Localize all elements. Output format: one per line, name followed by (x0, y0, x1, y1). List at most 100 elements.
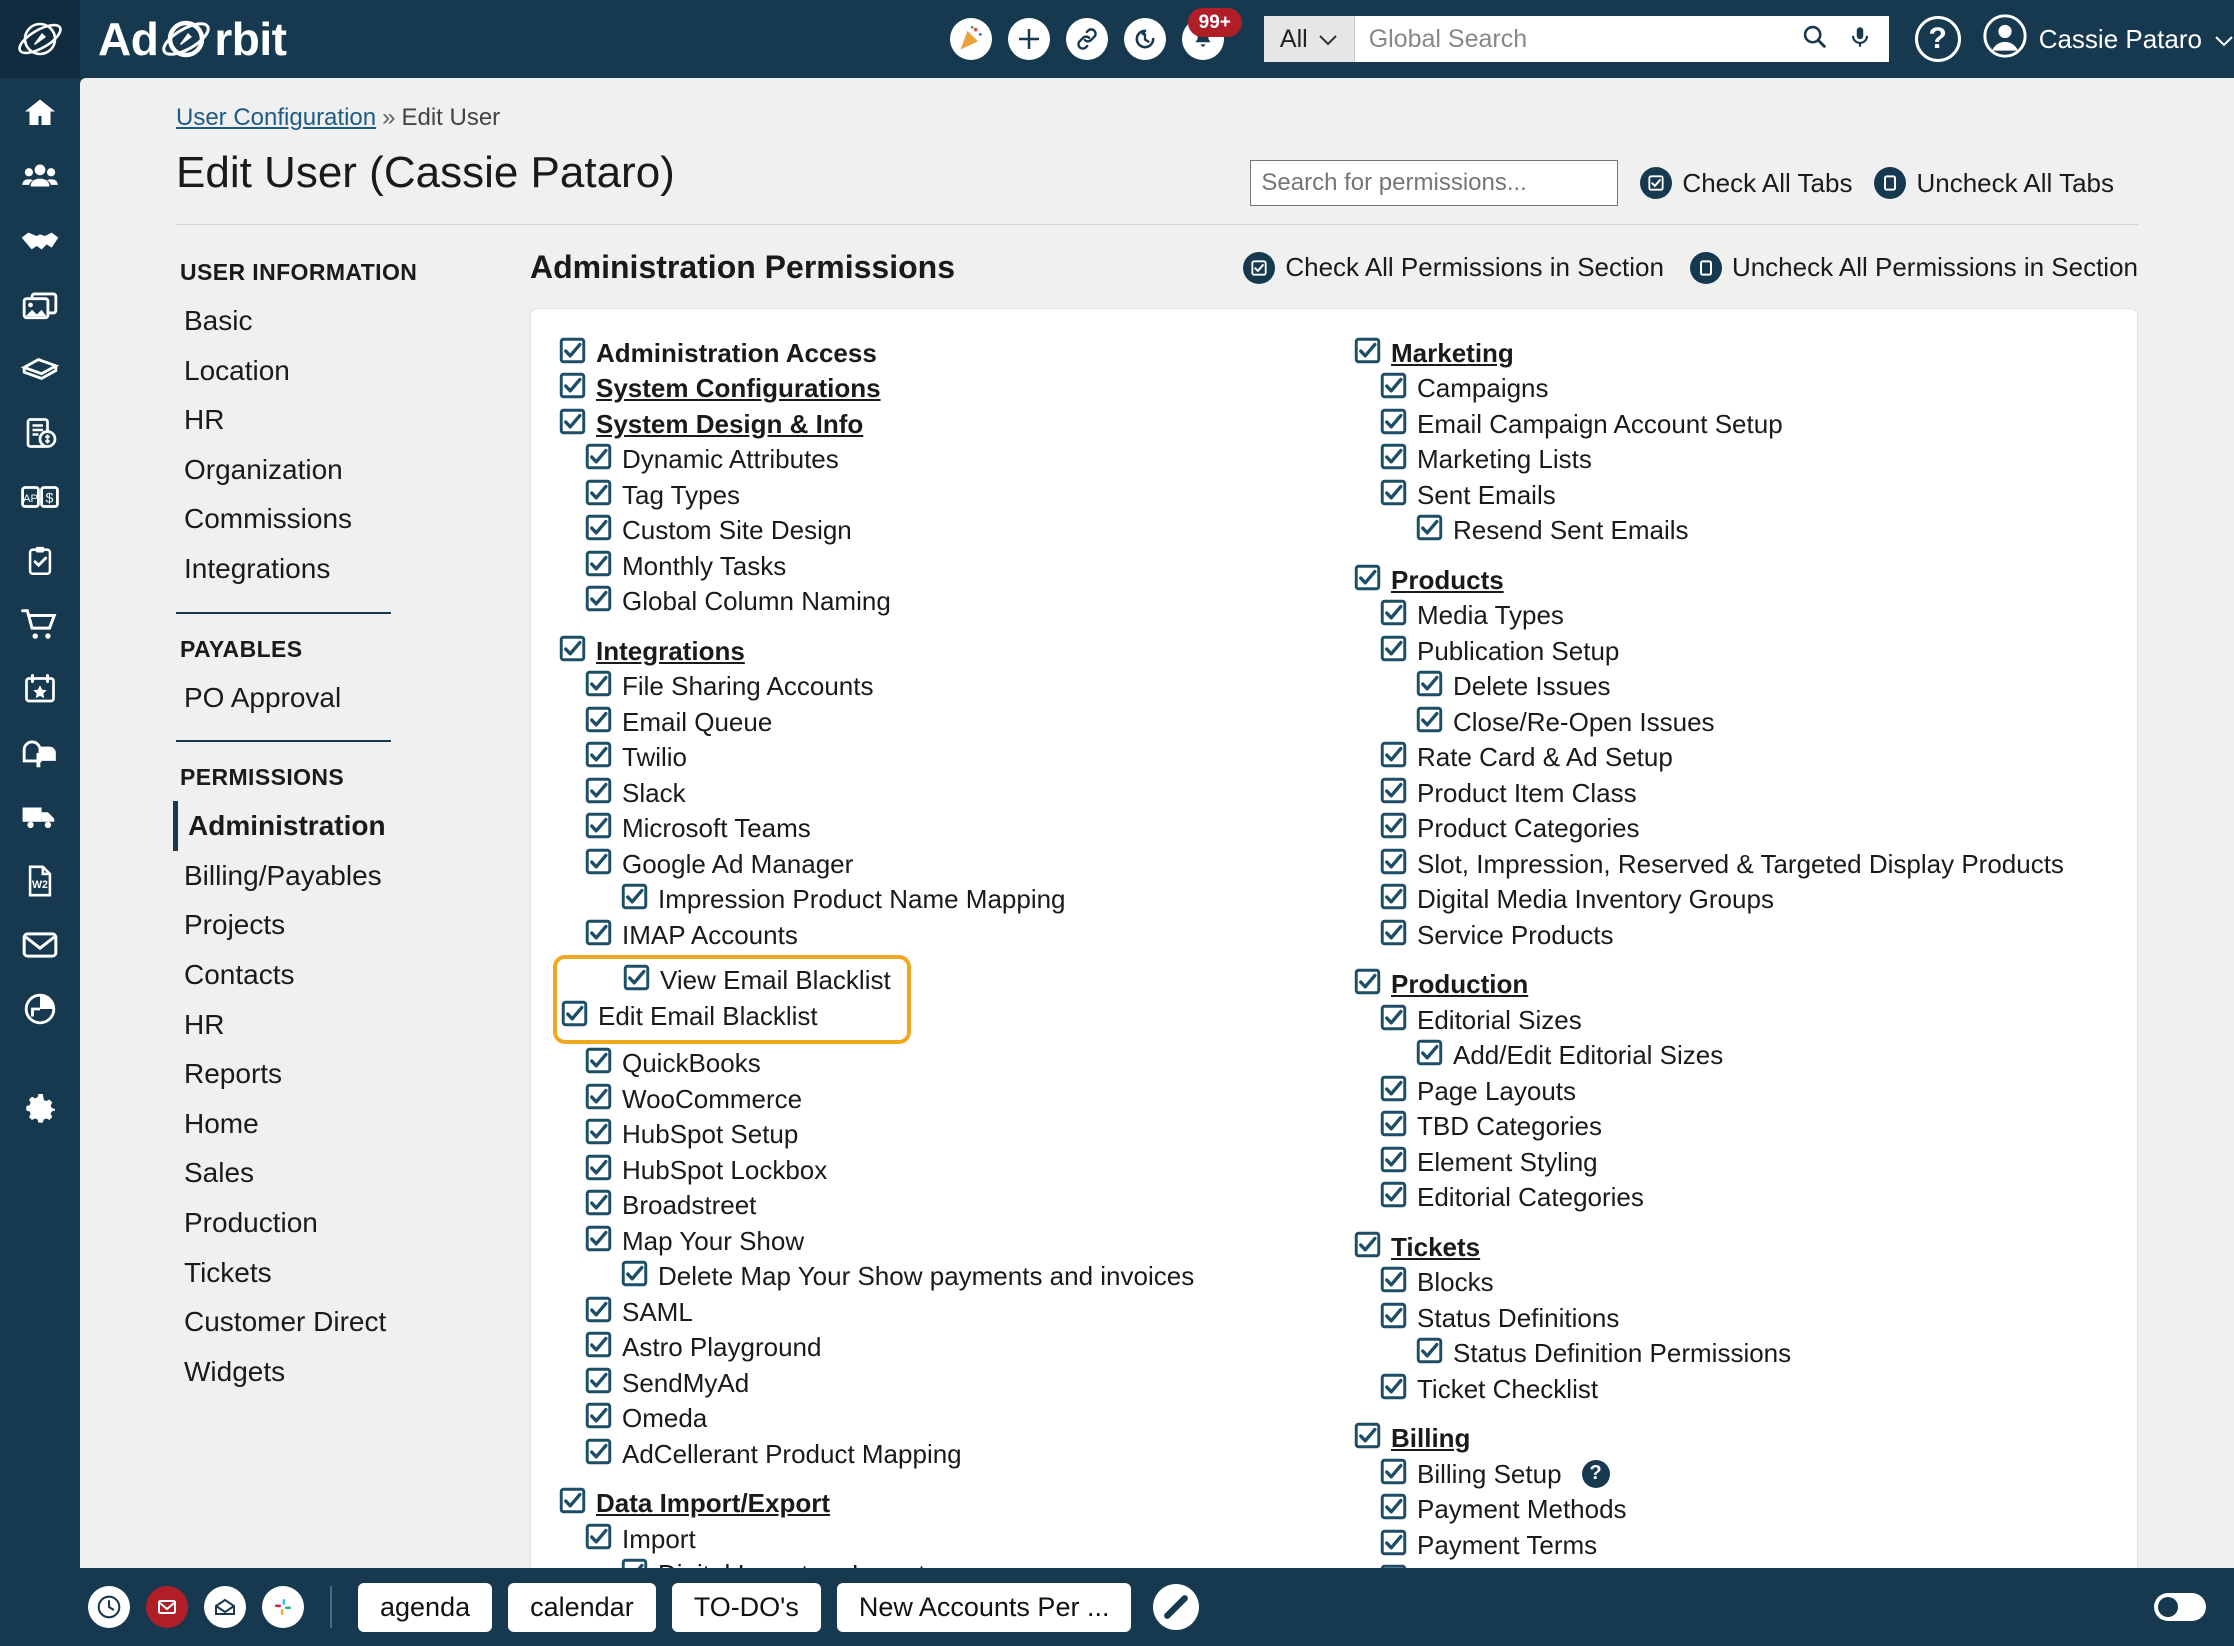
checkbox-checked-icon[interactable] (1380, 1181, 1407, 1213)
cart-icon[interactable] (17, 602, 63, 648)
permission-row[interactable]: System Design & Info (559, 406, 1314, 442)
permission-row[interactable]: Microsoft Teams (559, 811, 1314, 847)
people-icon[interactable] (17, 154, 63, 200)
checkbox-checked-icon[interactable] (585, 1331, 612, 1363)
checkbox-checked-icon[interactable] (1380, 1529, 1407, 1561)
truck-icon[interactable] (17, 794, 63, 840)
checkbox-checked-icon[interactable] (1416, 514, 1443, 546)
bell-icon[interactable]: 99+ (1182, 18, 1224, 60)
sidebar-item-projects[interactable]: Projects (176, 900, 476, 950)
checkbox-checked-icon[interactable] (1354, 968, 1381, 1000)
ticket-icon[interactable] (17, 346, 63, 392)
checkbox-checked-icon[interactable] (585, 1225, 612, 1257)
checkbox-checked-icon[interactable] (585, 1047, 612, 1079)
permission-row[interactable]: Omeda (559, 1401, 1314, 1437)
checkbox-checked-icon[interactable] (1416, 706, 1443, 738)
checkbox-checked-icon[interactable] (585, 919, 612, 951)
permission-row[interactable]: Digital Media Inventory Groups (1354, 882, 2089, 918)
permission-row[interactable]: Products (1354, 562, 2089, 598)
user-menu[interactable]: Cassie Pataro (1983, 14, 2234, 65)
permission-row[interactable]: IMAP Accounts (559, 917, 1314, 953)
confetti-icon[interactable] (950, 18, 992, 60)
check-all-section-button[interactable]: Check All Permissions in Section (1243, 252, 1664, 284)
checkbox-checked-icon[interactable] (585, 1523, 612, 1555)
taskbar-button-agenda[interactable]: agenda (358, 1583, 492, 1632)
permission-row[interactable]: Billing (1354, 1421, 2089, 1457)
sidebar-item-basic[interactable]: Basic (176, 296, 476, 346)
permission-row[interactable]: Map Your Show (559, 1223, 1314, 1259)
help-button[interactable]: ? (1915, 16, 1961, 62)
permission-row[interactable]: TBD Categories (1354, 1109, 2089, 1145)
permission-row[interactable]: Production (1354, 967, 2089, 1003)
help-icon[interactable]: ? (1582, 1460, 1610, 1488)
permission-row[interactable]: HubSpot Setup (559, 1117, 1314, 1153)
checkbox-checked-icon[interactable] (585, 741, 612, 773)
checkbox-checked-icon[interactable] (1380, 741, 1407, 773)
sidebar-item-hr[interactable]: HR (176, 395, 476, 445)
permission-row[interactable]: System Configurations (559, 371, 1314, 407)
checkbox-checked-icon[interactable] (585, 585, 612, 617)
checkbox-checked-icon[interactable] (1380, 883, 1407, 915)
checkbox-checked-icon[interactable] (585, 1154, 612, 1186)
permission-row[interactable]: Astro Playground (559, 1330, 1314, 1366)
permission-row[interactable]: Ticket Checklist (1354, 1371, 2089, 1407)
permission-row[interactable]: Import (559, 1521, 1314, 1557)
checkbox-checked-icon[interactable] (1380, 1146, 1407, 1178)
permission-row[interactable]: Billing Setup? (1354, 1456, 2089, 1492)
permission-row[interactable]: HubSpot Lockbox (559, 1152, 1314, 1188)
sidebar-item-customer-direct[interactable]: Customer Direct (176, 1297, 476, 1347)
ap-dollar-icon[interactable]: AP$ (17, 474, 63, 520)
checkbox-checked-icon[interactable] (585, 550, 612, 582)
checkbox-checked-icon[interactable] (623, 964, 650, 996)
sidebar-item-reports[interactable]: Reports (176, 1049, 476, 1099)
checkbox-checked-icon[interactable] (585, 1189, 612, 1221)
sidebar-item-organization[interactable]: Organization (176, 445, 476, 495)
checkbox-checked-icon[interactable] (1380, 408, 1407, 440)
permission-row[interactable]: Delete Issues (1354, 669, 2089, 705)
search-scope-select[interactable]: All (1264, 16, 1355, 62)
permission-row[interactable]: Google Ad Manager (559, 846, 1314, 882)
permission-row[interactable]: Media Types (1354, 598, 2089, 634)
sidebar-item-integrations[interactable]: Integrations (176, 544, 476, 594)
permission-row[interactable]: Element Styling (1354, 1144, 2089, 1180)
envelope-icon[interactable] (17, 922, 63, 968)
clock-icon[interactable] (88, 1586, 130, 1628)
permission-row[interactable]: Product Item Class (1354, 775, 2089, 811)
images-icon[interactable] (17, 282, 63, 328)
mail-open-icon[interactable] (204, 1586, 246, 1628)
permission-row[interactable]: Digital Inventory Import (559, 1557, 1314, 1569)
sidebar-item-sales[interactable]: Sales (176, 1148, 476, 1198)
link-icon[interactable] (1066, 18, 1108, 60)
permission-row[interactable]: Custom Site Design (559, 513, 1314, 549)
w2-document-icon[interactable]: W2 (17, 858, 63, 904)
sidebar-item-widgets[interactable]: Widgets (176, 1347, 476, 1397)
permission-row[interactable]: Editorial Sizes (1354, 1002, 2089, 1038)
checkbox-checked-icon[interactable] (585, 443, 612, 475)
mail-red-icon[interactable] (146, 1586, 188, 1628)
permission-row[interactable]: Delete Map Your Show payments and invoic… (559, 1259, 1314, 1295)
checkbox-checked-icon[interactable] (1380, 372, 1407, 404)
checkbox-checked-icon[interactable] (1354, 337, 1381, 369)
checkbox-checked-icon[interactable] (1416, 1337, 1443, 1369)
permission-row[interactable]: Sent Emails (1354, 477, 2089, 513)
permission-row[interactable]: Blocks (1354, 1265, 2089, 1301)
checkbox-checked-icon[interactable] (1380, 443, 1407, 475)
permission-row[interactable]: Tickets (1354, 1229, 2089, 1265)
checkbox-checked-icon[interactable] (1354, 1422, 1381, 1454)
checkbox-checked-icon[interactable] (585, 1296, 612, 1328)
checkbox-checked-icon[interactable] (585, 1367, 612, 1399)
checkbox-checked-icon[interactable] (1416, 1039, 1443, 1071)
checkbox-checked-icon[interactable] (1380, 1266, 1407, 1298)
permission-row[interactable]: Resend Sent Emails (1354, 513, 2089, 549)
checkbox-checked-icon[interactable] (1380, 919, 1407, 951)
checkbox-checked-icon[interactable] (559, 372, 586, 404)
permission-row[interactable]: Slot, Impression, Reserved & Targeted Di… (1354, 846, 2089, 882)
permission-row[interactable]: Marketing Lists (1354, 442, 2089, 478)
permission-row[interactable]: Status Definition Permissions (1354, 1336, 2089, 1372)
checkbox-checked-icon[interactable] (1380, 848, 1407, 880)
permission-row[interactable]: Integrations (559, 633, 1314, 669)
checkbox-checked-icon[interactable] (1380, 1004, 1407, 1036)
home-icon[interactable] (17, 90, 63, 136)
sidebar-item-po-approval[interactable]: PO Approval (176, 673, 476, 723)
mailbox-icon[interactable] (17, 730, 63, 776)
